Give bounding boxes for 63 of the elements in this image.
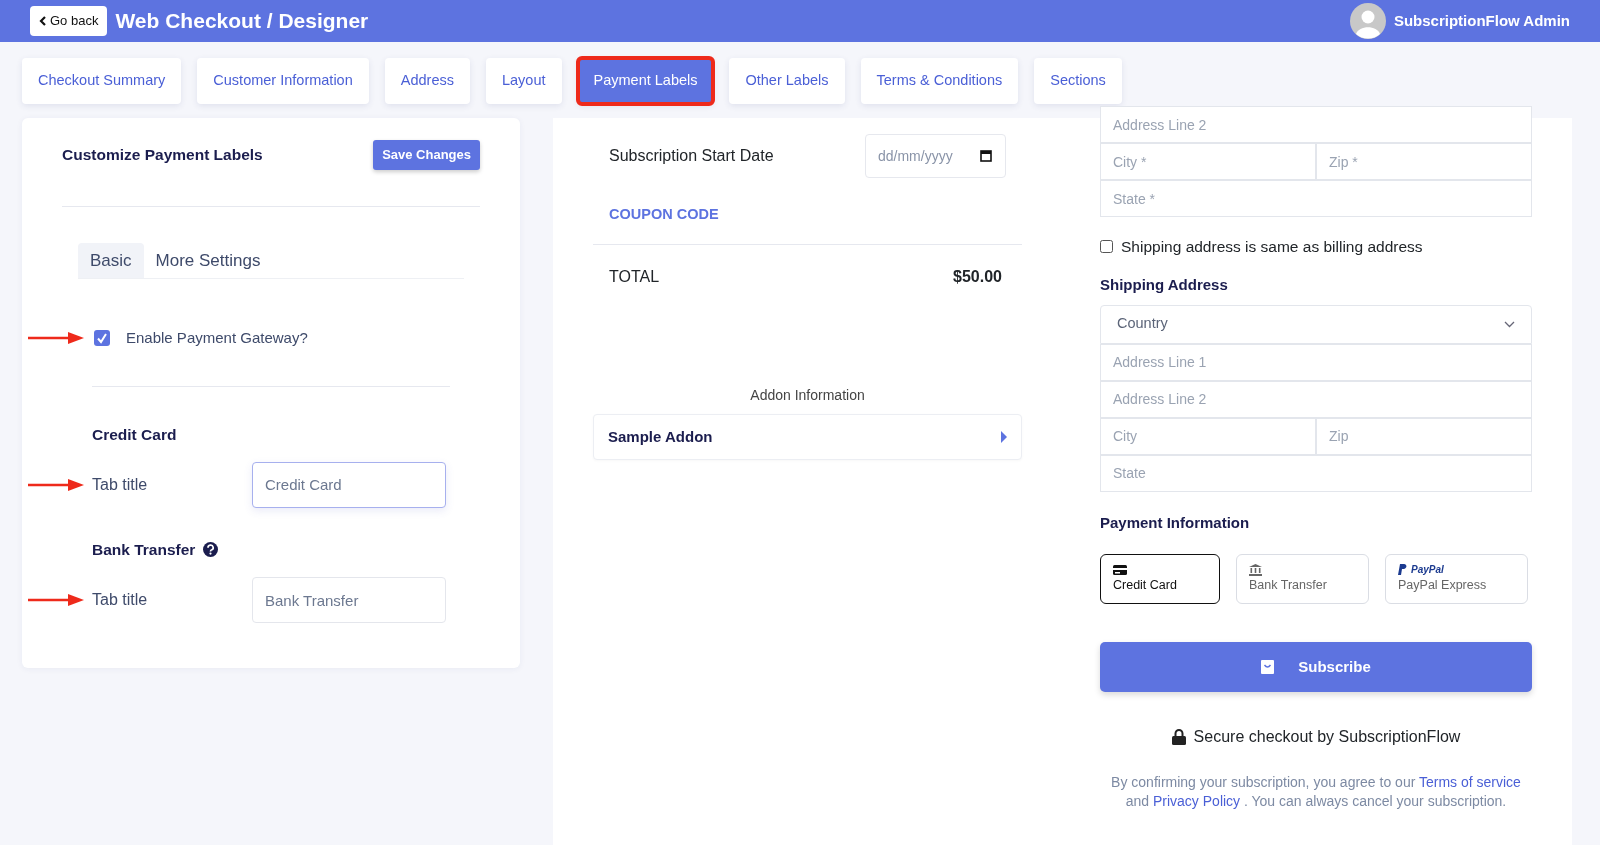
chevron-down-icon	[1504, 320, 1515, 328]
terms-link[interactable]: Terms of service	[1419, 774, 1521, 791]
text-field[interactable]: Zip *	[1316, 143, 1532, 180]
section-heading: Payment Information	[1100, 512, 1251, 533]
tab[interactable]: More Settings	[143, 242, 273, 278]
privacy-link[interactable]: Privacy Policy	[1152, 793, 1241, 810]
checkbox-label: Enable Payment Gateway?	[126, 328, 308, 348]
lock-icon	[1171, 729, 1186, 746]
secure-note: Secure checkout by SubscriptionFlow	[1193, 727, 1461, 748]
tab[interactable]: Other Labels	[729, 58, 845, 104]
text-field[interactable]: City	[1100, 417, 1316, 455]
text-field[interactable]: State *	[1100, 180, 1532, 217]
tab[interactable]: Checkout Summary	[22, 58, 182, 104]
checkbox[interactable]	[1100, 240, 1113, 254]
tab[interactable]: Terms & Conditions	[860, 58, 1019, 104]
coupon-link[interactable]: COUPON CODE	[609, 204, 719, 226]
tab[interactable]: Payment Labels	[577, 58, 714, 104]
total-label: TOTAL	[609, 267, 660, 287]
checkbox[interactable]	[94, 330, 110, 347]
section-heading: Shipping Address	[1100, 275, 1229, 296]
caret-right-icon	[1001, 431, 1007, 443]
credit-card-icon	[1113, 564, 1127, 575]
payment-method-option[interactable]: Credit Card	[1100, 554, 1220, 605]
panel-title: Customize Payment Labels	[62, 145, 263, 166]
paypal-logo: PayPal	[1398, 562, 1444, 578]
payment-method-option[interactable]: Bank Transfer	[1236, 554, 1369, 605]
bank-icon	[1249, 563, 1262, 576]
field-label: Tab title	[92, 474, 149, 495]
addon-item[interactable]: Sample Addon	[593, 414, 1022, 460]
total-amount: $50.00	[953, 267, 1002, 287]
date-field[interactable]: dd/mm/yyyy	[865, 134, 1006, 178]
back-button[interactable]: Go back	[30, 6, 108, 36]
section-heading: Credit Card	[92, 424, 177, 445]
checkbox-label: Shipping address is same as billing address	[1121, 237, 1423, 257]
calendar-icon	[980, 149, 992, 162]
text-field[interactable]: Address Line 1	[1100, 343, 1532, 381]
text-field[interactable]: Bank Transfer	[252, 577, 446, 623]
p-icon	[1398, 564, 1407, 576]
page-title: Web Checkout / Designer	[115, 8, 369, 35]
tab[interactable]: Layout	[485, 58, 562, 104]
tab[interactable]: Basic	[78, 242, 144, 278]
field-label: Tab title	[92, 590, 149, 610]
terms-text: By confirming your subscription, you agree to our Terms of service and Privacy Policy . You can always cancel your subscription.	[1110, 773, 1522, 812]
section-heading: Addon Information	[749, 386, 866, 405]
user-name: SubscriptionFlow Admin	[1393, 10, 1570, 31]
text-field[interactable]: Address Line 2	[1100, 380, 1532, 418]
text-field[interactable]: City *	[1100, 143, 1316, 180]
field-label: Subscription Start Date	[609, 146, 774, 166]
tab[interactable]: Sections	[1034, 58, 1122, 104]
save-button[interactable]: Save Changes	[373, 140, 480, 170]
text-field[interactable]: Zip	[1316, 417, 1532, 455]
payment-method-option[interactable]: PayPal PayPal Express	[1385, 554, 1528, 605]
text-field[interactable]: Address Line 2	[1100, 106, 1532, 143]
avatar-icon	[1349, 3, 1386, 39]
shopping-bag-icon	[1261, 660, 1275, 675]
tab[interactable]: Address	[384, 58, 470, 104]
country-select[interactable]: Country	[1100, 304, 1532, 344]
section-heading: Bank Transfer	[92, 539, 196, 560]
text-field[interactable]: Credit Card	[252, 461, 446, 508]
chevron-left-icon	[39, 16, 46, 26]
text-field[interactable]: State	[1100, 454, 1532, 492]
subscribe-button[interactable]: Subscribe	[1100, 642, 1532, 693]
tab[interactable]: Customer Information	[197, 58, 369, 104]
